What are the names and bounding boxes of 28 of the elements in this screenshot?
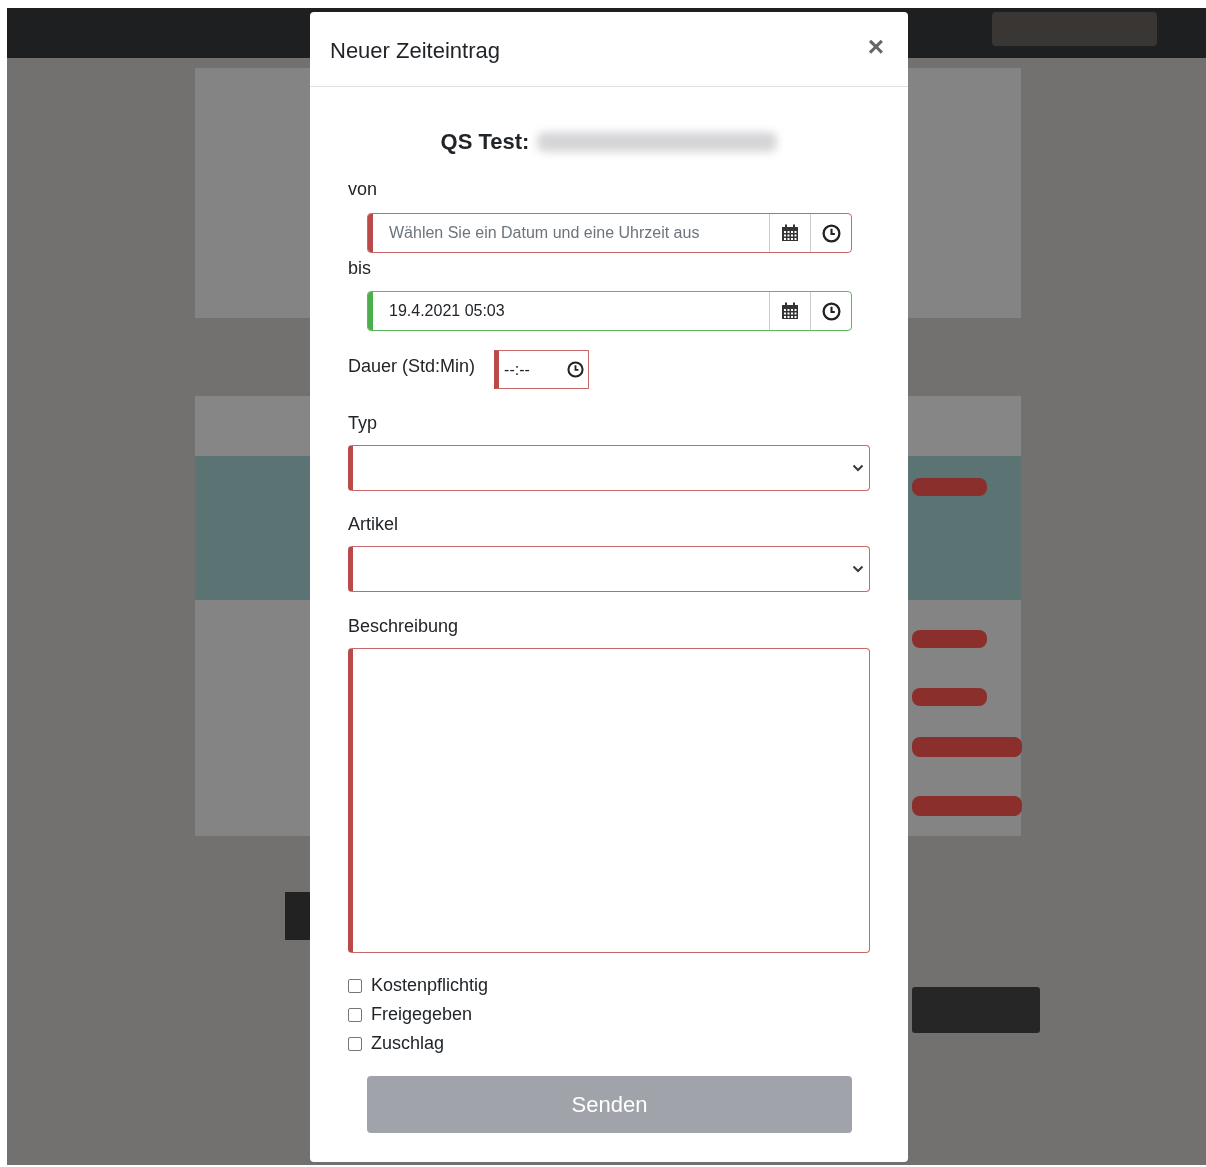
calendar-icon <box>781 224 799 242</box>
field-label: Beschreibung <box>348 616 460 637</box>
chevron-down-icon <box>852 565 864 573</box>
checkbox[interactable] <box>348 1036 362 1051</box>
checkbox-label: Zuschlag <box>371 1033 445 1054</box>
checkbox-label: Freigegeben <box>371 1004 473 1025</box>
description-field[interactable] <box>348 648 870 953</box>
clock-icon <box>821 301 841 321</box>
select-field[interactable] <box>348 445 870 491</box>
field-label: Dauer (Std:Min) <box>348 356 476 377</box>
field-label: von <box>348 179 379 200</box>
modal-title: Neuer Zeiteintrag <box>330 37 500 64</box>
chevron-down-icon <box>852 464 864 472</box>
field-label: Artikel <box>348 514 399 535</box>
clock-icon <box>567 361 585 378</box>
time-field[interactable]: --:-- <box>494 350 590 389</box>
select-field[interactable] <box>348 546 870 592</box>
datetime-field[interactable]: 19.4.2021 05:03 <box>367 291 852 331</box>
calendar-icon <box>781 302 799 320</box>
field-label: bis <box>348 258 372 279</box>
heading-label: QS Test: <box>440 129 530 155</box>
checkbox[interactable] <box>348 1007 362 1022</box>
clock-icon <box>821 223 841 243</box>
close-button[interactable]: × <box>863 33 888 61</box>
datetime-field[interactable]: Wählen Sie ein Datum und eine Uhrzeit aus <box>367 213 852 253</box>
checkbox-label: Kostenpflichtig <box>371 975 489 996</box>
field-label: Typ <box>348 413 378 434</box>
checkbox[interactable] <box>348 978 362 993</box>
